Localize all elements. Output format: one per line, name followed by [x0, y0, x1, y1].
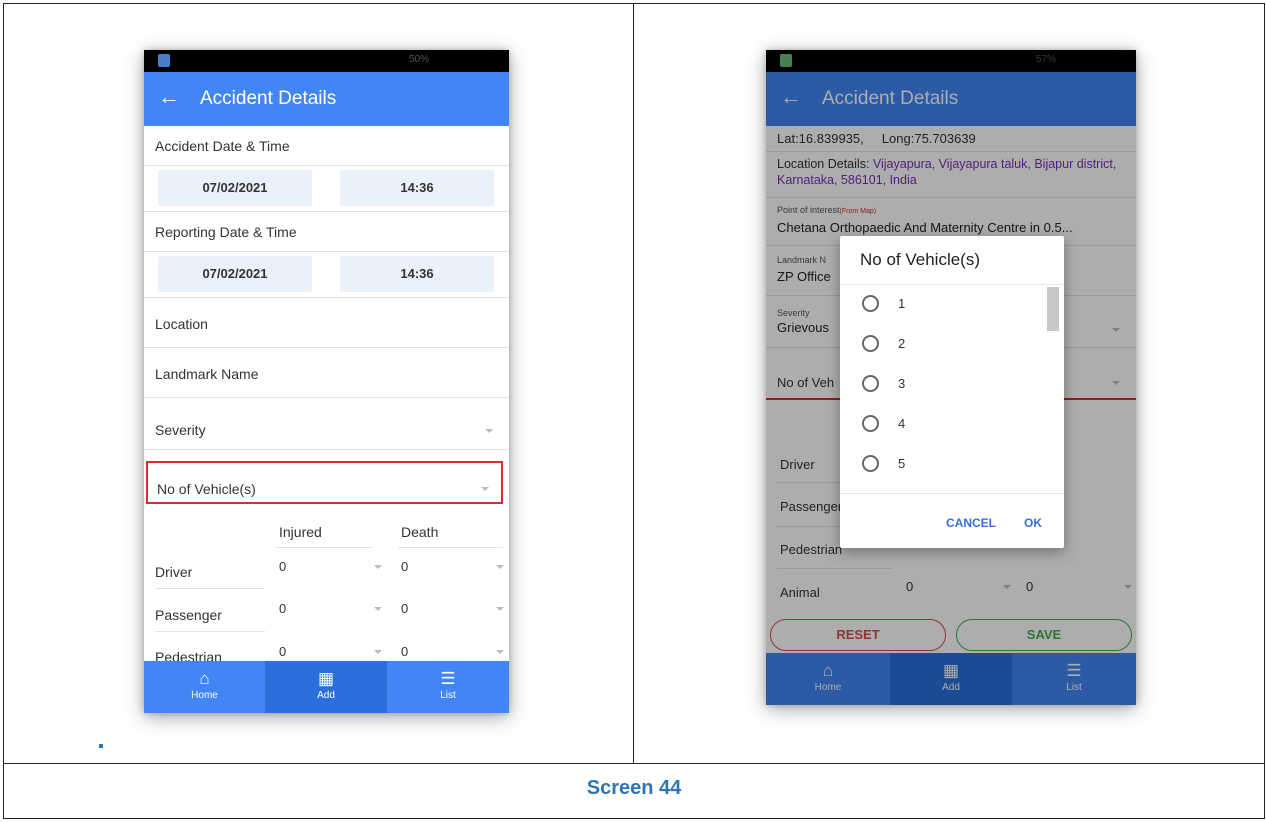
vehicles-options-list[interactable]: 1 2 3 4 5 — [840, 284, 1064, 494]
accident-date-field[interactable]: 07/02/2021 — [158, 170, 312, 206]
nav-list-label: List — [440, 690, 456, 701]
severity-label: Severity — [155, 422, 206, 438]
reporting-time-field[interactable]: 14:36 — [340, 256, 494, 292]
nav-add[interactable]: ▦ Add — [265, 661, 387, 713]
death-dropdown[interactable]: 0 — [401, 644, 408, 659]
app-bar: ← Accident Details — [144, 72, 509, 126]
death-dropdown[interactable]: 0 — [401, 601, 408, 616]
injured-dropdown[interactable]: 0 — [279, 559, 286, 574]
home-icon: ⌂ — [199, 669, 210, 688]
reporting-date-field[interactable]: 07/02/2021 — [158, 256, 312, 292]
cancel-button[interactable]: CANCEL — [946, 516, 996, 530]
injured-column-header: Injured — [279, 524, 322, 540]
vehicles-option[interactable]: 1 — [862, 285, 1042, 325]
radio-unchecked-icon — [862, 375, 879, 392]
dialog-title: No of Vehicle(s) — [860, 250, 980, 269]
dropdown-caret-icon — [496, 565, 504, 569]
radio-unchecked-icon — [862, 335, 879, 352]
landmark-label: Landmark Name — [155, 366, 259, 382]
radio-unchecked-icon — [862, 415, 879, 432]
reporting-datetime-label: Reporting Date & Time — [155, 224, 297, 240]
nav-add-label: Add — [317, 690, 335, 701]
vehicles-option[interactable]: 2 — [862, 325, 1042, 365]
divider — [155, 631, 265, 632]
dropdown-caret-icon — [374, 565, 382, 569]
nav-home-label: Home — [191, 690, 218, 701]
accident-time-field[interactable]: 14:36 — [340, 170, 494, 206]
landmark-field[interactable]: Landmark Name — [144, 348, 509, 398]
option-label: 4 — [898, 416, 906, 431]
notification-icon — [158, 54, 170, 67]
option-label: 2 — [898, 336, 906, 351]
divider — [155, 588, 265, 589]
radio-unchecked-icon — [862, 455, 879, 472]
vehicles-option[interactable]: 3 — [862, 365, 1042, 405]
dropdown-caret-icon — [485, 429, 493, 433]
vehicles-option[interactable]: 5 — [862, 445, 1042, 485]
option-label: 3 — [898, 376, 906, 391]
death-dropdown[interactable]: 0 — [401, 559, 408, 574]
nav-list[interactable]: ☰ List — [387, 661, 509, 713]
scrollbar-thumb[interactable] — [1047, 287, 1059, 331]
vehicles-option-partial[interactable] — [862, 485, 1042, 493]
vehicles-label: No of Vehicle(s) — [157, 481, 256, 497]
dropdown-caret-icon — [374, 650, 382, 654]
casualty-row-label: Driver — [155, 564, 193, 580]
vehicles-option[interactable]: 4 — [862, 405, 1042, 445]
bullet-dot — [99, 744, 103, 748]
accident-datetime-row: 07/02/2021 14:36 — [144, 166, 509, 212]
column-divider — [633, 3, 634, 764]
severity-dropdown[interactable]: Severity — [144, 398, 509, 450]
status-bar: 50% — [144, 50, 509, 72]
radio-unchecked-icon — [862, 295, 879, 312]
dropdown-caret-icon — [496, 607, 504, 611]
phone-screenshot-right: 57% ← Accident Details Lat:16.839935, Lo… — [766, 50, 1136, 705]
accident-datetime-label-row: Accident Date & Time — [144, 126, 509, 166]
vehicles-dropdown-highlighted[interactable]: No of Vehicle(s) — [146, 461, 503, 504]
dropdown-caret-icon — [481, 487, 489, 491]
divider — [398, 547, 503, 548]
vehicles-picker-dialog: No of Vehicle(s) 1 2 3 4 5 CANCEL OK — [840, 236, 1064, 548]
option-label: 5 — [898, 456, 906, 471]
injured-dropdown[interactable]: 0 — [279, 601, 286, 616]
screen-caption: Screen 44 — [586, 777, 682, 799]
death-column-header: Death — [401, 524, 439, 540]
battery-level: 50% — [408, 54, 429, 65]
dropdown-caret-icon — [496, 650, 504, 654]
reporting-datetime-label-row: Reporting Date & Time — [144, 212, 509, 252]
dropdown-caret-icon — [374, 607, 382, 611]
phone-screenshot-left: 50% ← Accident Details Accident Date & T… — [144, 50, 509, 713]
location-label: Location — [155, 316, 208, 332]
casualty-row-label: Passenger — [155, 607, 222, 623]
grid-icon: ▦ — [317, 669, 335, 688]
injured-dropdown[interactable]: 0 — [279, 644, 286, 659]
accident-datetime-label: Accident Date & Time — [155, 138, 290, 154]
page-title: Accident Details — [200, 88, 337, 109]
option-label: 1 — [898, 296, 906, 311]
bottom-nav: ⌂ Home ▦ Add ☰ List — [144, 661, 509, 713]
divider — [276, 547, 371, 548]
ok-button[interactable]: OK — [1024, 516, 1042, 530]
reporting-datetime-row: 07/02/2021 14:36 — [144, 252, 509, 298]
back-arrow-icon[interactable]: ← — [158, 84, 180, 110]
nav-home[interactable]: ⌂ Home — [144, 661, 265, 713]
location-field[interactable]: Location — [144, 298, 509, 348]
list-icon: ☰ — [440, 669, 456, 688]
